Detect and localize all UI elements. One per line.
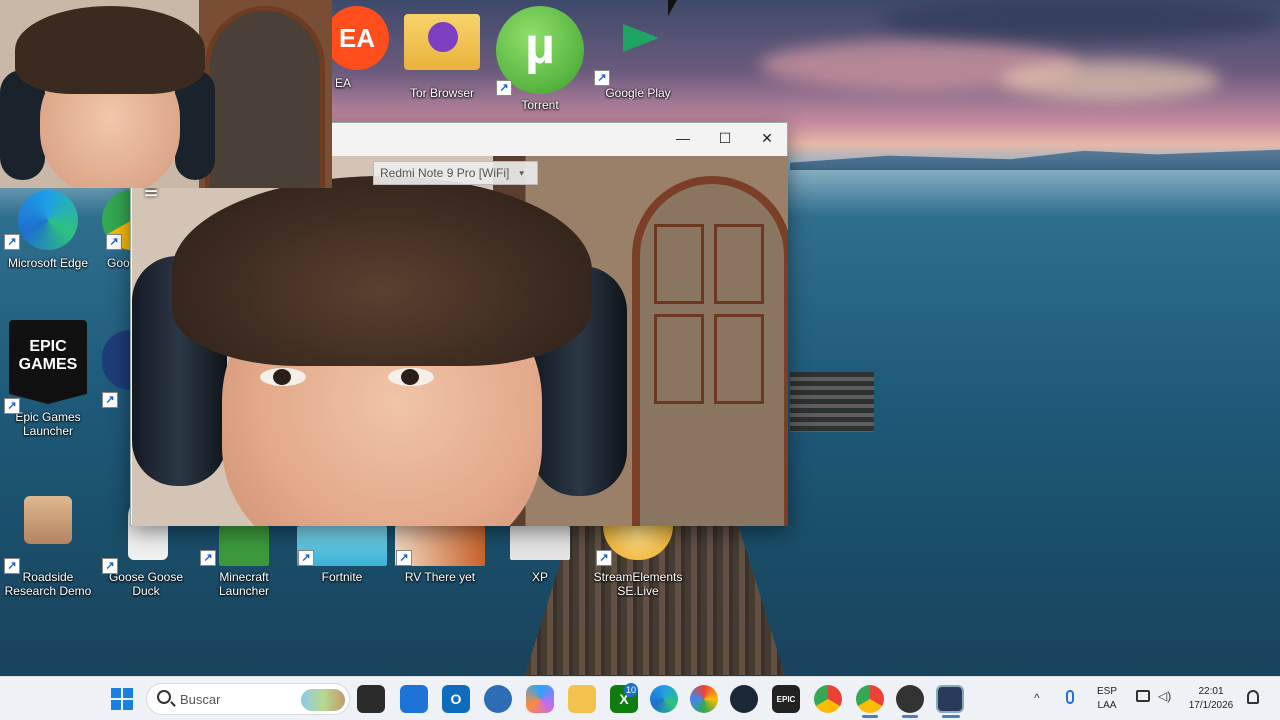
language-code: ESP: [1096, 686, 1117, 697]
notification-badge: 10: [624, 683, 639, 697]
minecraft-icon: [219, 526, 269, 566]
desktop-icon-tor-browser[interactable]: Tor Browser: [394, 14, 490, 100]
roadside-research-icon: [24, 496, 72, 544]
desktop-icon-label: StreamElements SE.Live: [593, 570, 683, 598]
wallpaper-cloud: [1000, 60, 1220, 100]
show-hidden-icons-chevron[interactable]: ^: [1034, 691, 1040, 705]
copilot-icon[interactable]: [526, 685, 554, 713]
active-indicator: [862, 715, 878, 718]
active-indicator: [902, 715, 918, 718]
close-button[interactable]: ✕: [745, 123, 789, 153]
desktop-icon-streamelements[interactable]: ↗ StreamElements SE.Live: [590, 526, 686, 598]
language-indicator[interactable]: ESP LAA: [1092, 685, 1122, 713]
camera-video-feed: ≡ Redmi Note 9 Pro [WiFi] ▾: [132, 156, 788, 526]
webcam-overlay: [0, 0, 332, 188]
desktop-icon-xp[interactable]: XP: [492, 526, 588, 584]
chevron-down-icon: ▾: [519, 167, 524, 178]
desktop-icon-label: Roadside Research Demo: [4, 570, 92, 598]
background-door: [632, 176, 788, 526]
file-explorer-icon[interactable]: [568, 685, 596, 713]
desktop-icon-minecraft-launcher[interactable]: ↗ Minecraft Launcher: [196, 526, 292, 598]
person-hair: [172, 176, 592, 366]
streamelements-icon: [603, 526, 673, 560]
desktop-icon-label: Google Play Juegos: [605, 86, 671, 100]
person-eye: [388, 368, 434, 386]
chrome-icon[interactable]: [814, 685, 842, 713]
microsoft-store-icon[interactable]: [400, 685, 428, 713]
person-eye: [260, 368, 306, 386]
network-icon[interactable]: [1136, 690, 1150, 702]
shortcut-arrow-icon: ↗: [396, 550, 412, 566]
edge-dev-icon[interactable]: [484, 685, 512, 713]
mirror-app-taskbar-icon[interactable]: [936, 685, 964, 713]
shortcut-arrow-icon: ↗: [594, 70, 610, 86]
minimize-button[interactable]: —: [661, 123, 705, 153]
taskbar-search-box[interactable]: Buscar: [146, 683, 350, 715]
search-icon: [157, 690, 171, 704]
task-view-icon[interactable]: [357, 685, 385, 713]
desktop-icon-label: Minecraft Launcher: [218, 570, 270, 598]
partial-icon: [102, 330, 130, 390]
device-select[interactable]: Redmi Note 9 Pro [WiFi] ▾: [373, 161, 538, 185]
keyboard-layout: LAA: [1097, 700, 1117, 711]
steam-icon[interactable]: [730, 685, 758, 713]
desktop-icon-rv-there-yet[interactable]: ↗ RV There yet: [392, 526, 488, 584]
active-indicator: [942, 715, 960, 718]
gamepad-icon: [613, 10, 663, 60]
wallpaper-mountains: [790, 149, 1280, 170]
shortcut-arrow-icon: ↗: [496, 80, 512, 96]
desktop-icon-label: Goo: [107, 256, 130, 270]
start-button[interactable]: [108, 685, 136, 713]
shortcut-arrow-icon: ↗: [4, 398, 20, 414]
xp-icon: [510, 526, 570, 560]
desktop-icon-label: XP: [531, 570, 548, 584]
shortcut-arrow-icon: ↗: [4, 234, 20, 250]
outlook-icon[interactable]: O: [442, 685, 470, 713]
photos-icon[interactable]: [690, 685, 718, 713]
search-placeholder: Buscar: [180, 692, 221, 707]
shortcut-arrow-icon: ↗: [596, 550, 612, 566]
desktop-icon-label: Torrent: [521, 98, 559, 112]
shortcut-arrow-icon: ↗: [102, 558, 118, 574]
epic-games-icon: EPIC GAMES: [9, 320, 87, 404]
desktop-icon-google-play-games[interactable]: ↗ Google Play Juegos: [590, 10, 686, 100]
microphone-icon[interactable]: [1066, 690, 1074, 704]
shortcut-arrow-icon: ↗: [298, 550, 314, 566]
volume-icon[interactable]: ◁): [1158, 689, 1171, 703]
desktop-icon-torrent[interactable]: µ ↗ Torrent: [492, 6, 588, 112]
device-select-label: Redmi Note 9 Pro [WiFi]: [380, 166, 510, 180]
desktop-icon-google-chrome[interactable]: ↗ Goo: [62, 190, 130, 270]
desktop-icon-label: Fortnite: [321, 570, 363, 584]
maximize-button[interactable]: ☐: [703, 123, 747, 153]
chrome-profile-icon[interactable]: [856, 685, 884, 713]
desktop-icon-label: RV There yet: [404, 570, 476, 584]
tor-onion-icon: [428, 22, 458, 52]
search-highlight-icon: [301, 689, 345, 711]
desktop-icon-roadside-research[interactable]: ↗ Roadside Research Demo: [0, 496, 96, 598]
desktop-icon-fortnite[interactable]: ↗ Fortnite: [294, 526, 390, 584]
desktop-icon-label: Goose Goose Duck: [108, 570, 184, 598]
wallpaper-dock: [790, 372, 874, 432]
clock-date: 17/1/2026: [1188, 700, 1234, 711]
epic-games-taskbar-icon[interactable]: EPIC: [772, 685, 800, 713]
wallpaper-cloud: [880, 0, 1280, 40]
webcam-background-door: [205, 6, 325, 188]
shortcut-arrow-icon: ↗: [4, 558, 20, 574]
shortcut-arrow-icon: ↗: [102, 392, 118, 408]
webcam-hair: [15, 6, 205, 94]
desktop-icon-label: Tor Browser: [409, 86, 474, 100]
desktop-icon-epic-games[interactable]: EPIC GAMES ↗ Epic Games Launcher: [0, 320, 96, 438]
clock-time: 22:01: [1198, 686, 1224, 697]
ea-icon: EA: [325, 6, 389, 70]
shortcut-arrow-icon: ↗: [106, 234, 122, 250]
microsoft-edge-icon[interactable]: [650, 685, 678, 713]
notification-bell-icon[interactable]: [1247, 690, 1259, 704]
folder-icon: [404, 14, 480, 70]
mouse-cursor-icon: [668, 0, 677, 16]
clock[interactable]: 22:01 17/1/2026: [1180, 685, 1242, 713]
shortcut-arrow-icon: ↗: [200, 550, 216, 566]
desktop-icon-label: Epic Games Launcher: [15, 410, 81, 438]
obs-icon[interactable]: [896, 685, 924, 713]
taskbar: Buscar O X 10 EPIC ^ ESP LAA ◁) 22:01 17…: [0, 676, 1280, 720]
